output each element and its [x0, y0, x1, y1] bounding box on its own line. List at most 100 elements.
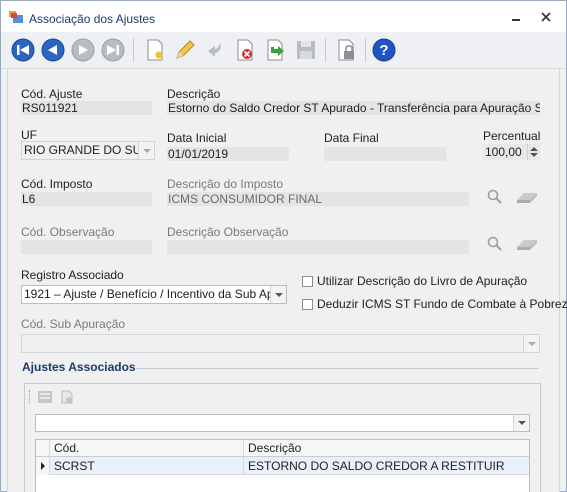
chk-deduzir-icms-st-fcp[interactable]: Deduzir ICMS ST Fundo de Combate à Pobre…: [302, 297, 567, 311]
previous-record-icon: [41, 38, 64, 61]
close-icon: [541, 12, 551, 22]
eraser-icon: [517, 193, 537, 203]
chk-utilizar-descricao-livro-label: Utilizar Descrição do Livro de Apuração: [317, 274, 528, 288]
app-icon: [9, 11, 23, 23]
descricao-label: Descrição: [167, 87, 221, 101]
add-row-icon: [38, 391, 52, 403]
data-final-field[interactable]: [324, 147, 446, 161]
percentual-label: Percentual: [483, 129, 541, 143]
minimize-icon: [512, 19, 520, 21]
data-final-label: Data Final: [324, 131, 379, 145]
table-row[interactable]: SCRST ESTORNO DO SALDO CREDOR A RESTITUI…: [36, 457, 529, 475]
ajustes-filter-select[interactable]: [35, 414, 530, 432]
ajustes-associados-title: Ajustes Associados: [22, 360, 136, 374]
save-button[interactable]: [292, 36, 319, 63]
floppy-disk-icon: [296, 40, 315, 59]
cod-sub-apuracao-select[interactable]: [21, 334, 540, 353]
stepper-down-icon[interactable]: [530, 153, 538, 157]
clear-observacao-button[interactable]: [514, 234, 540, 254]
undo-button[interactable]: [201, 36, 228, 63]
search-observacao-button[interactable]: [485, 234, 505, 254]
next-record-button[interactable]: [69, 36, 96, 63]
last-record-button[interactable]: [99, 36, 126, 63]
toolbar: ?: [1, 32, 566, 69]
undo-icon: [207, 42, 221, 57]
form-panel: Cód. Ajuste RS011921 Descrição Estorno d…: [7, 69, 567, 492]
help-icon: ?: [372, 38, 395, 61]
delete-record-button[interactable]: [231, 36, 258, 63]
checkbox-box[interactable]: [302, 298, 313, 310]
uf-select[interactable]: RIO GRANDE DO SUL: [21, 141, 155, 160]
data-inicial-label: Data Inicial: [167, 131, 227, 145]
grid-header: Cód. Descrição: [36, 440, 529, 457]
cod-ajuste-label: Cód. Ajuste: [21, 87, 83, 101]
export-document-icon: [267, 39, 284, 60]
checkbox-box[interactable]: [302, 275, 313, 287]
delete-row-icon: [61, 390, 73, 404]
help-button[interactable]: ?: [370, 36, 397, 63]
confirm-button[interactable]: [261, 36, 288, 63]
new-record-button[interactable]: [141, 36, 168, 63]
cod-observacao-label: Cód. Observação: [21, 225, 115, 239]
previous-record-button[interactable]: [39, 36, 66, 63]
search-imposto-button[interactable]: [485, 187, 505, 207]
eraser-icon: [517, 240, 537, 250]
chevron-down-icon: [138, 142, 154, 159]
clear-imposto-button[interactable]: [514, 187, 540, 207]
data-inicial-field[interactable]: 01/01/2019: [167, 147, 289, 161]
cod-ajuste-field[interactable]: RS011921: [21, 101, 152, 115]
toolbar-separator: [365, 38, 366, 62]
chk-deduzir-icms-st-fcp-label: Deduzir ICMS ST Fundo de Combate à Pobre…: [317, 297, 567, 311]
chevron-down-icon: [270, 286, 286, 303]
descricao-imposto-field[interactable]: ICMS CONSUMIDOR FINAL: [167, 192, 469, 206]
first-record-button[interactable]: [9, 36, 36, 63]
percentual-stepper[interactable]: 100,00: [483, 144, 540, 160]
cod-observacao-field[interactable]: [21, 240, 152, 254]
stepper-buttons[interactable]: [527, 144, 540, 160]
descricao-observacao-label: Descrição Observação: [167, 225, 289, 239]
registro-associado-label: Registro Associado: [21, 268, 124, 282]
cod-imposto-field[interactable]: L6: [21, 192, 152, 206]
close-button[interactable]: [537, 8, 555, 26]
grid-header-descricao[interactable]: Descrição: [244, 440, 529, 457]
toolbar-separator: [133, 38, 134, 62]
ajustes-associados-panel: Cód. Descrição SCRST ESTORNO DO SALDO CR…: [24, 383, 541, 492]
window-title: Associação dos Ajustes: [29, 12, 156, 26]
search-icon: [487, 189, 502, 204]
first-record-icon: [11, 38, 34, 61]
registro-associado-selected-value: 1921 – Ajuste / Benefício / Incentivo da…: [24, 287, 287, 301]
remove-ajuste-button[interactable]: [57, 387, 77, 407]
stepper-up-icon[interactable]: [530, 147, 538, 151]
minimize-button[interactable]: [507, 8, 525, 26]
registro-associado-select[interactable]: 1921 – Ajuste / Benefício / Incentivo da…: [21, 285, 287, 304]
row-indicator-icon: [36, 457, 50, 475]
window: Associação dos Ajustes ? Cód. Ajuste RS0…: [0, 0, 567, 492]
title-bar: Associação dos Ajustes: [1, 1, 566, 32]
search-icon: [487, 236, 502, 251]
grid-header-indicator: [36, 440, 50, 457]
lock-button[interactable]: [332, 36, 359, 63]
cod-sub-apuracao-label: Cód. Sub Apuração: [21, 317, 126, 331]
add-ajuste-button[interactable]: [35, 387, 55, 407]
last-record-icon: [101, 38, 124, 61]
svg-text:?: ?: [379, 42, 388, 59]
descricao-field[interactable]: Estorno do Saldo Credor ST Apurado - Tra…: [167, 101, 540, 115]
grid-header-cod[interactable]: Cód.: [50, 440, 244, 457]
next-record-icon: [71, 38, 94, 61]
toolbar-grip: [29, 390, 30, 404]
grid-cell-cod[interactable]: SCRST: [50, 457, 244, 475]
percentual-value: 100,00: [485, 145, 522, 159]
descricao-observacao-field[interactable]: [167, 240, 469, 254]
chk-utilizar-descricao-livro[interactable]: Utilizar Descrição do Livro de Apuração: [302, 274, 527, 288]
descricao-imposto-label: Descrição do Imposto: [167, 177, 284, 191]
lock-document-icon: [338, 39, 354, 60]
chevron-down-icon: [513, 415, 529, 431]
grid-cell-descricao[interactable]: ESTORNO DO SALDO CREDOR A RESTITUIR: [244, 457, 529, 475]
edit-record-button[interactable]: [171, 36, 198, 63]
pencil-icon: [175, 39, 195, 59]
ajustes-toolbar: [25, 384, 540, 410]
delete-document-icon: [237, 39, 252, 60]
uf-label: UF: [21, 128, 37, 142]
group-divider: [136, 368, 539, 369]
toolbar-separator: [325, 38, 326, 62]
